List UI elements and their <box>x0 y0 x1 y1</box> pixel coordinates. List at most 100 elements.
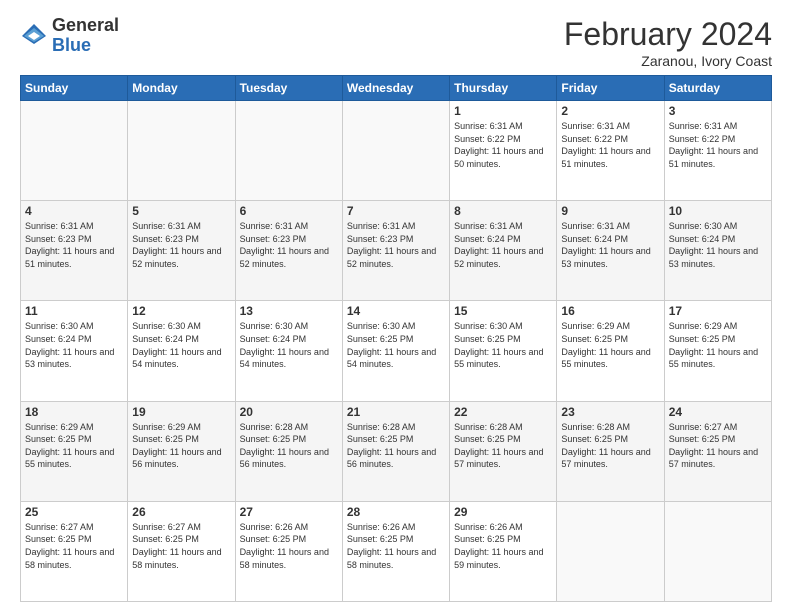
day-number: 3 <box>669 104 767 118</box>
day-info: Sunrise: 6:30 AM Sunset: 6:25 PM Dayligh… <box>454 320 552 370</box>
day-number: 8 <box>454 204 552 218</box>
calendar-cell: 25 Sunrise: 6:27 AM Sunset: 6:25 PM Dayli… <box>21 501 128 601</box>
day-number: 28 <box>347 505 445 519</box>
logo-general: General <box>52 16 119 36</box>
calendar-cell: 28 Sunrise: 6:26 AM Sunset: 6:25 PM Dayli… <box>342 501 449 601</box>
calendar-day-header: Saturday <box>664 76 771 101</box>
day-number: 1 <box>454 104 552 118</box>
day-number: 22 <box>454 405 552 419</box>
calendar-cell: 11Sunrise: 6:30 AM Sunset: 6:24 PM Dayli… <box>21 301 128 401</box>
day-info: Sunrise: 6:28 AM Sunset: 6:25 PM Dayligh… <box>454 421 552 471</box>
calendar-day-header: Thursday <box>450 76 557 101</box>
day-number: 26 <box>132 505 230 519</box>
day-number: 5 <box>132 204 230 218</box>
day-number: 21 <box>347 405 445 419</box>
calendar-header-row: SundayMondayTuesdayWednesdayThursdayFrid… <box>21 76 772 101</box>
calendar: SundayMondayTuesdayWednesdayThursdayFrid… <box>20 75 772 602</box>
day-number: 9 <box>561 204 659 218</box>
calendar-cell <box>342 101 449 201</box>
day-info: Sunrise: 6:31 AM Sunset: 6:22 PM Dayligh… <box>454 120 552 170</box>
calendar-day-header: Tuesday <box>235 76 342 101</box>
calendar-cell <box>664 501 771 601</box>
calendar-day-header: Sunday <box>21 76 128 101</box>
day-number: 19 <box>132 405 230 419</box>
day-info: Sunrise: 6:30 AM Sunset: 6:24 PM Dayligh… <box>25 320 123 370</box>
calendar-cell: 10 Sunrise: 6:30 AM Sunset: 6:24 PM Dayli… <box>664 201 771 301</box>
calendar-cell: 27Sunrise: 6:26 AM Sunset: 6:25 PM Dayli… <box>235 501 342 601</box>
day-info: Sunrise: 6:27 AM Sunset: 6:25 PM Dayligh… <box>25 521 123 571</box>
day-info: Sunrise: 6:31 AM Sunset: 6:23 PM Dayligh… <box>347 220 445 270</box>
day-info: Sunrise: 6:28 AM Sunset: 6:25 PM Dayligh… <box>347 421 445 471</box>
day-info: Sunrise: 6:29 AM Sunset: 6:25 PM Dayligh… <box>132 421 230 471</box>
day-info: Sunrise: 6:27 AM Sunset: 6:25 PM Dayligh… <box>132 521 230 571</box>
day-info: Sunrise: 6:31 AM Sunset: 6:23 PM Dayligh… <box>132 220 230 270</box>
calendar-cell: 12Sunrise: 6:30 AM Sunset: 6:24 PM Dayli… <box>128 301 235 401</box>
calendar-cell <box>557 501 664 601</box>
calendar-cell: 19 Sunrise: 6:29 AM Sunset: 6:25 PM Dayli… <box>128 401 235 501</box>
calendar-cell: 9 Sunrise: 6:31 AM Sunset: 6:24 PM Daylig… <box>557 201 664 301</box>
day-number: 20 <box>240 405 338 419</box>
day-info: Sunrise: 6:26 AM Sunset: 6:25 PM Dayligh… <box>347 521 445 571</box>
calendar-cell: 13Sunrise: 6:30 AM Sunset: 6:24 PM Dayli… <box>235 301 342 401</box>
calendar-cell: 23Sunrise: 6:28 AM Sunset: 6:25 PM Dayli… <box>557 401 664 501</box>
day-info: Sunrise: 6:31 AM Sunset: 6:23 PM Dayligh… <box>240 220 338 270</box>
calendar-cell: 15 Sunrise: 6:30 AM Sunset: 6:25 PM Dayli… <box>450 301 557 401</box>
day-info: Sunrise: 6:31 AM Sunset: 6:22 PM Dayligh… <box>561 120 659 170</box>
header: General Blue February 2024 Zaranou, Ivor… <box>20 16 772 69</box>
day-number: 29 <box>454 505 552 519</box>
calendar-day-header: Wednesday <box>342 76 449 101</box>
calendar-cell <box>235 101 342 201</box>
day-number: 27 <box>240 505 338 519</box>
day-info: Sunrise: 6:31 AM Sunset: 6:24 PM Dayligh… <box>561 220 659 270</box>
day-number: 15 <box>454 304 552 318</box>
calendar-week-row: 11Sunrise: 6:30 AM Sunset: 6:24 PM Dayli… <box>21 301 772 401</box>
day-number: 16 <box>561 304 659 318</box>
calendar-cell <box>128 101 235 201</box>
day-info: Sunrise: 6:31 AM Sunset: 6:23 PM Dayligh… <box>25 220 123 270</box>
location: Zaranou, Ivory Coast <box>564 53 772 69</box>
calendar-cell: 14 Sunrise: 6:30 AM Sunset: 6:25 PM Dayli… <box>342 301 449 401</box>
day-info: Sunrise: 6:30 AM Sunset: 6:24 PM Dayligh… <box>669 220 767 270</box>
calendar-cell: 7 Sunrise: 6:31 AM Sunset: 6:23 PM Daylig… <box>342 201 449 301</box>
day-number: 10 <box>669 204 767 218</box>
logo-blue: Blue <box>52 36 119 56</box>
calendar-cell: 17 Sunrise: 6:29 AM Sunset: 6:25 PM Dayli… <box>664 301 771 401</box>
calendar-cell: 5 Sunrise: 6:31 AM Sunset: 6:23 PM Daylig… <box>128 201 235 301</box>
month-year: February 2024 <box>564 16 772 53</box>
day-number: 4 <box>25 204 123 218</box>
day-info: Sunrise: 6:30 AM Sunset: 6:25 PM Dayligh… <box>347 320 445 370</box>
day-number: 14 <box>347 304 445 318</box>
calendar-week-row: 18 Sunrise: 6:29 AM Sunset: 6:25 PM Dayli… <box>21 401 772 501</box>
day-info: Sunrise: 6:29 AM Sunset: 6:25 PM Dayligh… <box>669 320 767 370</box>
day-info: Sunrise: 6:28 AM Sunset: 6:25 PM Dayligh… <box>561 421 659 471</box>
day-info: Sunrise: 6:31 AM Sunset: 6:24 PM Dayligh… <box>454 220 552 270</box>
calendar-cell: 8 Sunrise: 6:31 AM Sunset: 6:24 PM Daylig… <box>450 201 557 301</box>
logo: General Blue <box>20 16 119 56</box>
day-info: Sunrise: 6:31 AM Sunset: 6:22 PM Dayligh… <box>669 120 767 170</box>
calendar-cell: 29 Sunrise: 6:26 AM Sunset: 6:25 PM Dayli… <box>450 501 557 601</box>
day-number: 7 <box>347 204 445 218</box>
day-number: 17 <box>669 304 767 318</box>
day-number: 24 <box>669 405 767 419</box>
calendar-week-row: 4 Sunrise: 6:31 AM Sunset: 6:23 PM Daylig… <box>21 201 772 301</box>
calendar-cell: 16 Sunrise: 6:29 AM Sunset: 6:25 PM Dayli… <box>557 301 664 401</box>
calendar-week-row: 25 Sunrise: 6:27 AM Sunset: 6:25 PM Dayli… <box>21 501 772 601</box>
day-info: Sunrise: 6:29 AM Sunset: 6:25 PM Dayligh… <box>25 421 123 471</box>
day-info: Sunrise: 6:26 AM Sunset: 6:25 PM Dayligh… <box>454 521 552 571</box>
day-number: 6 <box>240 204 338 218</box>
calendar-cell: 1 Sunrise: 6:31 AM Sunset: 6:22 PM Daylig… <box>450 101 557 201</box>
calendar-cell: 6 Sunrise: 6:31 AM Sunset: 6:23 PM Daylig… <box>235 201 342 301</box>
calendar-cell: 20 Sunrise: 6:28 AM Sunset: 6:25 PM Dayli… <box>235 401 342 501</box>
calendar-cell: 4 Sunrise: 6:31 AM Sunset: 6:23 PM Daylig… <box>21 201 128 301</box>
logo-text: General Blue <box>52 16 119 56</box>
day-info: Sunrise: 6:28 AM Sunset: 6:25 PM Dayligh… <box>240 421 338 471</box>
calendar-day-header: Friday <box>557 76 664 101</box>
day-number: 25 <box>25 505 123 519</box>
page: General Blue February 2024 Zaranou, Ivor… <box>0 0 792 612</box>
calendar-cell: 18 Sunrise: 6:29 AM Sunset: 6:25 PM Dayli… <box>21 401 128 501</box>
day-number: 12 <box>132 304 230 318</box>
day-info: Sunrise: 6:29 AM Sunset: 6:25 PM Dayligh… <box>561 320 659 370</box>
day-info: Sunrise: 6:27 AM Sunset: 6:25 PM Dayligh… <box>669 421 767 471</box>
day-number: 18 <box>25 405 123 419</box>
calendar-cell <box>21 101 128 201</box>
